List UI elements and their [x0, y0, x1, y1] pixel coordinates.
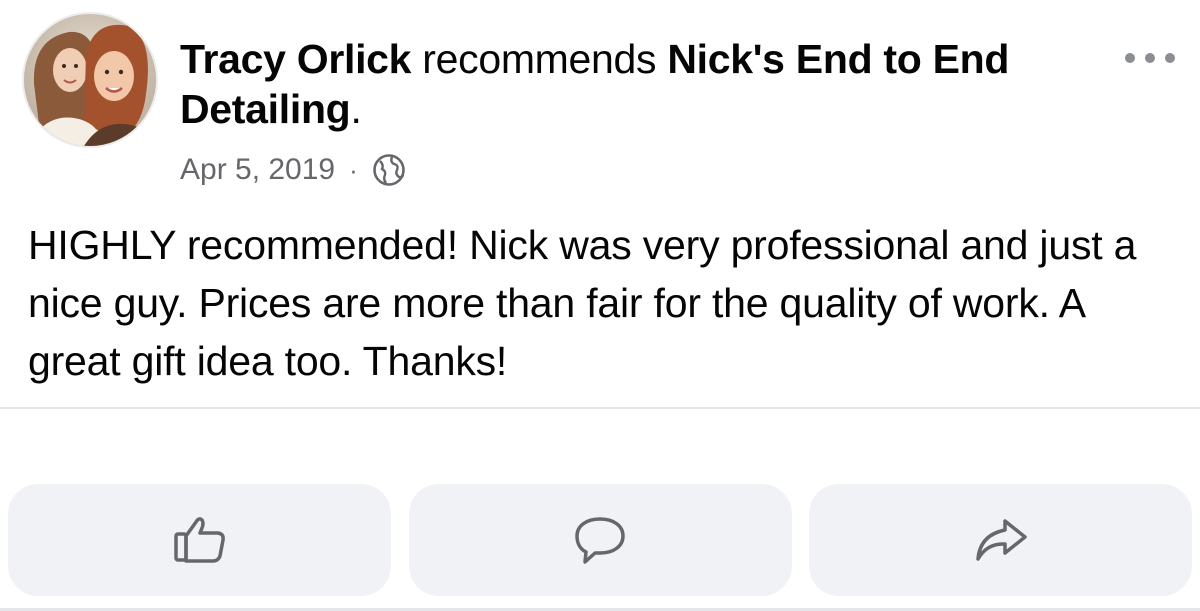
more-options-button[interactable] — [1118, 44, 1182, 72]
post-date[interactable]: Apr 5, 2019 — [180, 153, 335, 187]
divider — [0, 407, 1200, 409]
comment-button[interactable] — [408, 484, 792, 596]
avatar-photo — [24, 14, 156, 146]
action-bar — [8, 484, 1192, 596]
author-name[interactable]: Tracy Orlick — [180, 36, 411, 82]
comment-icon — [575, 517, 625, 564]
thumbs-up-icon — [173, 517, 225, 563]
avatar[interactable] — [24, 14, 156, 146]
more-options-icon — [1125, 53, 1175, 63]
globe-icon — [372, 154, 405, 186]
post-body: HIGHLY recommended! Nick was very profes… — [28, 222, 1137, 384]
header-period: . — [350, 86, 362, 132]
recommendation-post: Tracy Orlick recommends Nick's End to En… — [0, 0, 1200, 611]
post-meta: Apr 5, 2019 · — [180, 150, 406, 190]
action-text: recommends — [411, 36, 668, 82]
meta-separator: · — [349, 154, 358, 185]
share-icon — [975, 519, 1027, 561]
share-button[interactable] — [809, 484, 1192, 596]
post-header: Tracy Orlick recommends Nick's End to En… — [180, 34, 1080, 134]
like-button[interactable] — [8, 484, 391, 596]
